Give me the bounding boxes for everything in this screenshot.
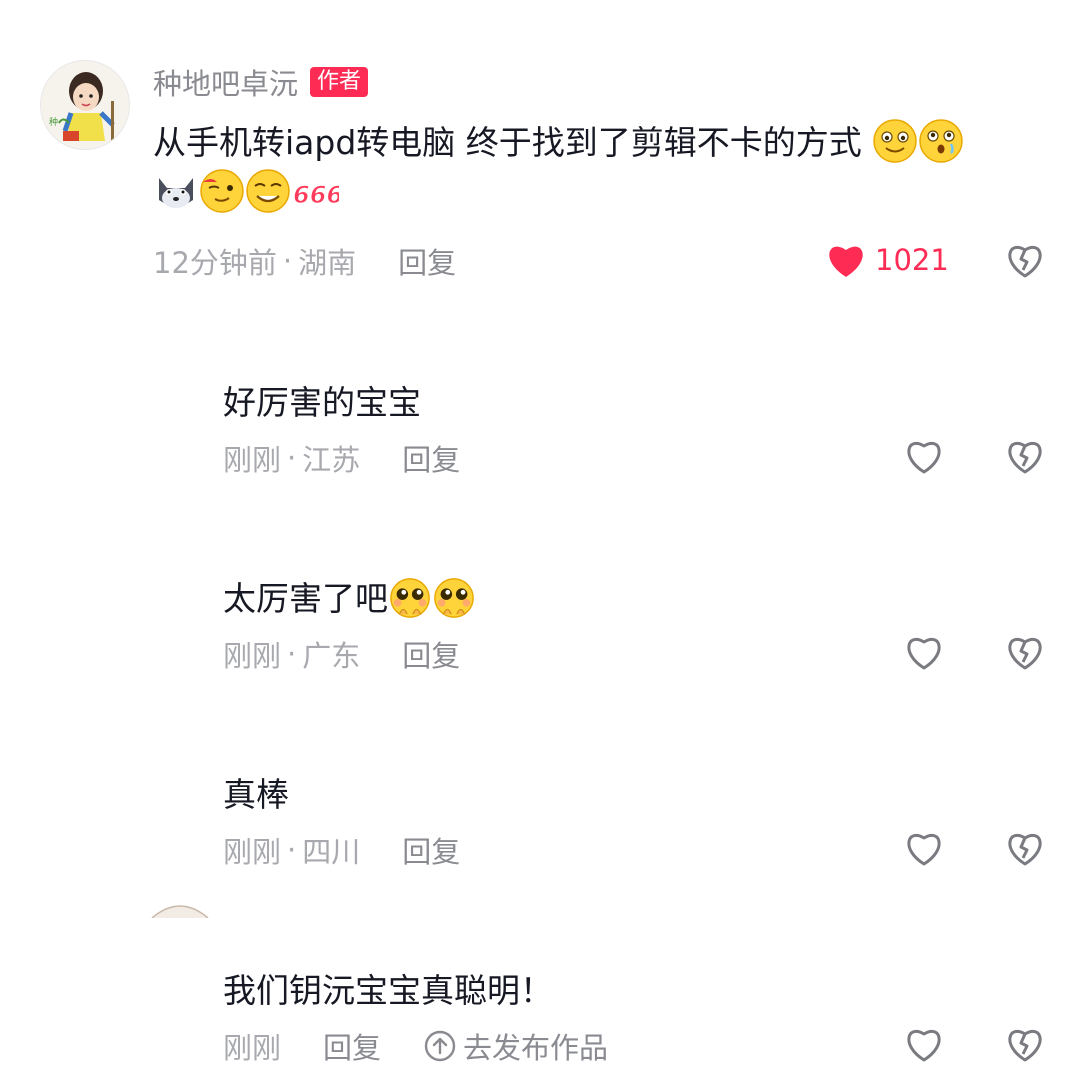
wink-emoji-icon (200, 169, 244, 213)
reply-button[interactable]: 回复 (402, 829, 460, 871)
main-comment-body: 从手机转iapd转电脑 终于找到了剪辑不卡的方式 (153, 123, 862, 162)
reply-button[interactable]: 回复 (398, 240, 456, 282)
heart-outline-icon[interactable] (904, 828, 944, 868)
pleading-emoji-icon (434, 578, 474, 618)
reply-meta-3: 刚刚 · 四川 回复 (223, 829, 460, 871)
author-row: 种地吧卓沅 作者 (153, 61, 369, 103)
reply-meta-2: 刚刚 · 广东 回复 (223, 633, 460, 675)
reply-button[interactable]: 回复 (402, 437, 460, 479)
main-comment-meta: 12分钟前 · 湖南 回复 (153, 240, 456, 282)
reply-text-2[interactable]: 太厉害了吧 (223, 572, 476, 620)
reply-button[interactable]: 回复 (402, 633, 460, 675)
comment-location: 湖南 (298, 246, 357, 280)
upload-circle-icon (424, 1030, 456, 1062)
svg-text:种: 种 (49, 116, 58, 128)
reply-text-3[interactable]: 真棒 (223, 768, 289, 816)
pleading-emoji-icon (390, 578, 430, 618)
reply-text-1[interactable]: 好厉害的宝宝 (223, 376, 421, 424)
reply-text-4[interactable]: 我们钥沅宝宝真聪明！ (223, 964, 553, 1012)
broken-heart-icon[interactable] (1005, 828, 1045, 868)
comment-time: 12分钟前 (153, 246, 277, 280)
avatar-illustration: 种 (41, 61, 129, 149)
meta-separator: · (287, 637, 297, 671)
sticker-666-icon: 666 (293, 181, 340, 210)
reply-time: 刚刚 (223, 835, 282, 869)
smile-emoji-icon (873, 119, 918, 163)
dog-emoji-icon (159, 178, 193, 208)
main-comment-text[interactable]: 从手机转iapd转电脑 终于找到了剪辑不卡的方式 666 (153, 118, 1053, 218)
author-name[interactable]: 种地吧卓沅 (153, 61, 298, 103)
heart-filled-icon (829, 246, 863, 277)
heart-outline-icon[interactable] (904, 1024, 944, 1064)
reply-button[interactable]: 回复 (323, 1025, 381, 1067)
reply-meta-1: 刚刚 · 江苏 回复 (223, 437, 460, 479)
meta-separator: · (287, 833, 297, 867)
reply-time: 刚刚 (223, 639, 282, 673)
reply-meta-4: 刚刚 回复 去发布作品 (223, 1025, 608, 1067)
reply-time: 刚刚 (223, 443, 282, 477)
broken-heart-icon[interactable] (1005, 632, 1045, 672)
reply-location: 江苏 (302, 443, 361, 477)
heart-outline-icon[interactable] (904, 436, 944, 476)
broken-heart-icon[interactable] (1005, 240, 1045, 280)
broken-heart-icon[interactable] (1005, 1024, 1045, 1064)
smirk-emoji-icon (246, 169, 290, 213)
reply-time: 刚刚 (223, 1031, 282, 1065)
publish-work-label: 去发布作品 (463, 1031, 609, 1065)
partial-avatar (150, 898, 210, 918)
like-count: 1021 (875, 243, 949, 277)
reply-location: 广东 (302, 639, 361, 673)
reply-location: 四川 (302, 835, 361, 869)
author-avatar[interactable]: 种 (40, 60, 130, 150)
meta-separator: · (282, 244, 293, 278)
heart-outline-icon[interactable] (904, 632, 944, 672)
publish-work-button[interactable]: 去发布作品 (423, 1025, 608, 1067)
broken-heart-icon[interactable] (1005, 436, 1045, 476)
reply-text-2-body: 太厉害了吧 (223, 579, 388, 618)
sticker-666-text: 666 (293, 181, 339, 209)
author-badge: 作者 (310, 67, 369, 97)
surprised-emoji-icon (919, 119, 964, 163)
like-button[interactable]: 1021 (825, 240, 949, 280)
meta-separator: · (287, 441, 297, 475)
